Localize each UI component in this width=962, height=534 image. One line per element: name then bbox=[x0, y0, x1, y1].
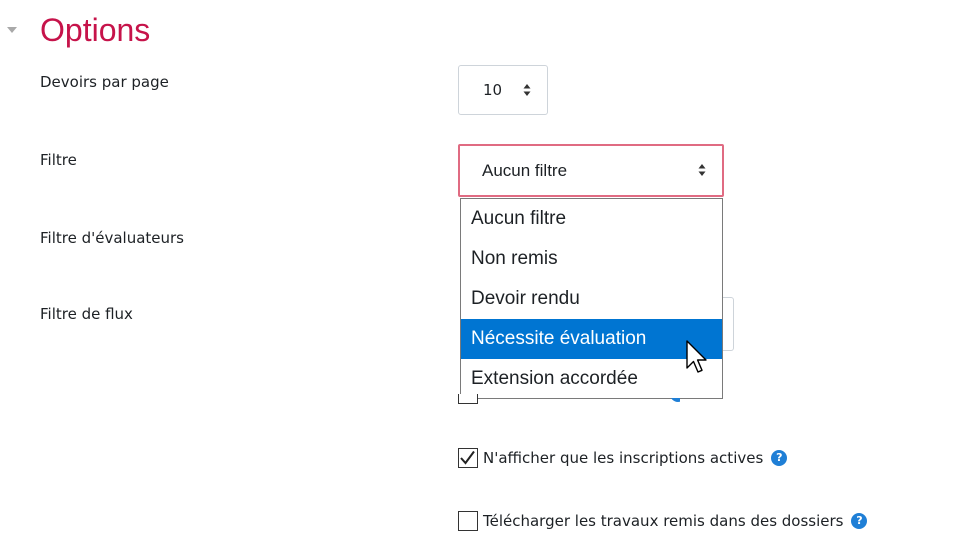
marker-filter-label: Filtre d'évaluateurs bbox=[40, 229, 184, 247]
help-icon[interactable]: ? bbox=[771, 450, 788, 466]
sort-arrows-icon bbox=[523, 84, 531, 96]
filter-select[interactable]: Aucun filtre bbox=[458, 144, 724, 197]
help-icon[interactable]: ? bbox=[662, 398, 680, 404]
active-enrolments-checkbox[interactable] bbox=[458, 448, 478, 468]
dropdown-option-highlighted[interactable]: Nécessite évaluation bbox=[461, 319, 722, 359]
download-folders-checkbox-row[interactable]: Télécharger les travaux remis dans des d… bbox=[458, 511, 868, 531]
triangle-down-icon[interactable] bbox=[6, 24, 18, 36]
filter-dropdown-list[interactable]: Aucun filtre Non remis Devoir rendu Néce… bbox=[460, 198, 723, 399]
download-folders-label: Télécharger les travaux remis dans des d… bbox=[483, 512, 844, 530]
active-enrolments-checkbox-row[interactable]: N'afficher que les inscriptions actives … bbox=[458, 448, 788, 468]
workflow-filter-label: Filtre de flux bbox=[40, 305, 133, 323]
per-page-value: 10 bbox=[483, 81, 503, 99]
filter-select-value: Aucun filtre bbox=[482, 160, 568, 180]
checkmark-icon bbox=[460, 450, 475, 465]
filter-label: Filtre bbox=[40, 151, 77, 169]
dropdown-option[interactable]: Devoir rendu bbox=[461, 279, 722, 319]
mouse-pointer-icon bbox=[686, 340, 707, 373]
dropdown-option[interactable]: Non remis bbox=[461, 239, 722, 279]
download-folders-checkbox[interactable] bbox=[458, 511, 478, 531]
dropdown-option[interactable]: Aucun filtre bbox=[461, 199, 722, 239]
hidden-checkbox[interactable] bbox=[458, 394, 484, 406]
help-icon[interactable]: ? bbox=[851, 513, 868, 529]
per-page-label: Devoirs par page bbox=[40, 73, 169, 91]
sort-arrows-icon bbox=[698, 164, 706, 176]
section-title: Options bbox=[40, 12, 151, 48]
dropdown-option[interactable]: Extension accordée bbox=[461, 359, 722, 399]
per-page-select[interactable]: 10 bbox=[458, 65, 548, 115]
active-enrolments-label: N'afficher que les inscriptions actives bbox=[483, 449, 764, 467]
